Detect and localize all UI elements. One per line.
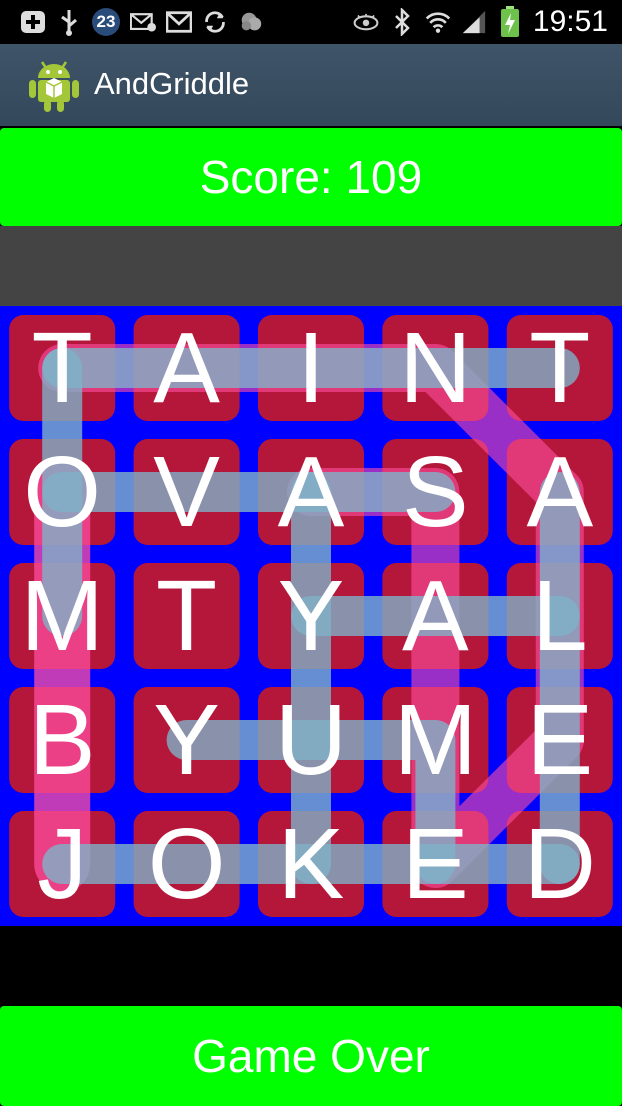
eye-icon [353, 9, 379, 35]
bluetooth-icon [389, 8, 415, 36]
spacer-band [0, 226, 622, 306]
status-right-icons: 19:51 [353, 4, 608, 40]
letter-grid[interactable]: T A I N TO V A S AM T Y A LB Y U M EJ O K E D [0, 306, 622, 926]
letter-label: S [402, 436, 469, 548]
letter-label: V [153, 436, 220, 548]
game-over-button[interactable]: Game Over [0, 1006, 622, 1106]
plus-box-icon [20, 9, 46, 35]
letter-label: O [23, 436, 101, 548]
letter-label: U [275, 684, 347, 796]
wifi-icon [425, 9, 451, 35]
gmail-icon [166, 9, 192, 35]
sync-icon [202, 9, 228, 35]
status-time: 19:51 [532, 5, 608, 38]
status-left-icons: 23 [20, 4, 264, 40]
game-over-label: Game Over [192, 1030, 430, 1082]
score-bar: Score: 109 [0, 128, 622, 226]
letter-label: A [402, 560, 469, 672]
usb-icon [56, 9, 82, 36]
letter-label: A [526, 436, 593, 548]
action-bar: AndGriddle [0, 44, 622, 126]
letter-label: T [156, 560, 217, 672]
app-title: AndGriddle [94, 66, 250, 101]
score-label: Score: 109 [199, 151, 423, 203]
battery-charging-icon [497, 6, 523, 37]
letter-label: L [532, 560, 588, 672]
letter-label: B [29, 684, 96, 796]
letter-label: J [37, 808, 87, 920]
signal-icon [461, 9, 487, 35]
letter-label: T [32, 312, 93, 424]
letter-label: T [529, 312, 590, 424]
weather-icon [238, 9, 264, 35]
letter-label: E [402, 808, 469, 920]
letter-label: Y [278, 560, 345, 672]
letter-label: O [148, 808, 226, 920]
status-bar: 23 19:51 [0, 0, 622, 44]
android-icon [26, 56, 82, 114]
email-icon [130, 9, 156, 35]
letter-label: A [278, 436, 345, 548]
letter-label: Y [153, 684, 220, 796]
letter-label: I [297, 312, 325, 424]
letter-label: E [526, 684, 593, 796]
notification-count-badge: 23 [92, 8, 120, 36]
letter-label: M [21, 560, 104, 672]
letter-label: N [399, 312, 471, 424]
letter-label: M [394, 684, 477, 796]
letter-label: A [153, 312, 220, 424]
letter-label: D [524, 808, 596, 920]
letter-label: K [278, 808, 345, 920]
